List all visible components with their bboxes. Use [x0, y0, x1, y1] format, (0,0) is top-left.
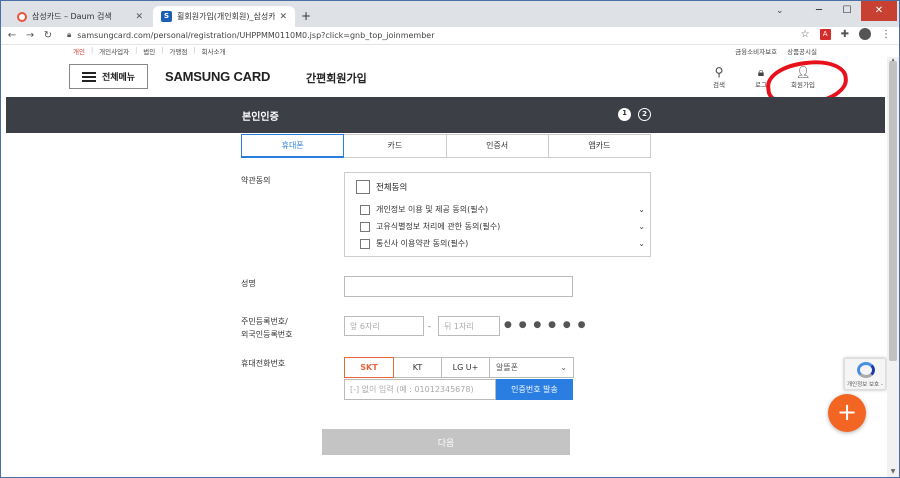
next-button[interactable]: 다음 [322, 429, 570, 455]
site-top-links: 개인 | 개인사업자 | 법인 | 가맹점 | 회사소개 금융소비자보호 상품공… [1, 44, 899, 56]
samsung-card-logo[interactable]: SAMSUNG CARD [165, 69, 270, 84]
browser-tab-samsungcard[interactable]: S 휠회원가입(개인회원)_삼성카드 ✕ [153, 6, 295, 27]
phone-label: 휴대전화번호 [241, 359, 286, 368]
send-code-button[interactable]: 인증번호 발송 [496, 379, 573, 400]
hamburger-icon [81, 71, 96, 82]
agree-all-label: 전체동의 [376, 183, 408, 193]
scrollbar-thumb[interactable] [889, 61, 897, 361]
section-bar: 본인인증 1 2 [6, 97, 885, 133]
maximize-icon[interactable]: ☐ [833, 1, 861, 21]
link-company[interactable]: 회사소개 [202, 46, 226, 56]
scroll-down-icon[interactable]: ▼ [887, 468, 899, 475]
link-corporate[interactable]: 법인 [143, 46, 155, 56]
link-merchant[interactable]: 가맹점 [169, 46, 187, 56]
terms-checkbox[interactable] [360, 221, 370, 232]
agree-all-checkbox[interactable] [356, 180, 370, 194]
tab-title: 휠회원가입(개인회원)_삼성카드 [177, 12, 276, 21]
step-indicator-current: 1 [618, 108, 631, 121]
browser-toolbar: ← → ↻ 🔒︎ samsungcard.com/personal/regist… [1, 27, 899, 43]
terms-item[interactable]: 개인정보 이용 및 제공 동의(필수) ⌄ [360, 204, 645, 215]
carrier-skt-button[interactable]: SKT [344, 357, 394, 378]
all-menu-label: 전체메뉴 [101, 73, 136, 83]
chevron-down-icon[interactable]: ⌄ [638, 222, 645, 231]
terms-checkbox[interactable] [360, 204, 370, 215]
customer-type-links: 개인 | 개인사업자 | 법인 | 가맹점 | 회사소개 [73, 46, 226, 56]
name-label: 성명 [241, 279, 256, 288]
header-search-button[interactable]: ⚲ 검색 [699, 65, 739, 89]
carrier-lgu-button[interactable]: LG U+ [442, 357, 490, 378]
window-controls: ─ ☐ ✕ [805, 1, 897, 23]
tab-phone[interactable]: 휴대폰 [241, 134, 345, 158]
page-scrollbar[interactable]: ▲ ▼ [887, 57, 899, 477]
agree-all-row[interactable]: 전체동의 [356, 180, 407, 194]
link-product-disclosure[interactable]: 상품공시실 [787, 46, 817, 56]
utility-links: 금융소비자보호 상품공시실 [735, 46, 817, 56]
tab-title: 삼성카드 – Daum 검색 [32, 12, 112, 21]
back-icon[interactable]: ← [5, 30, 19, 41]
daum-favicon-icon [17, 11, 27, 22]
terms-label: 약관동의 [241, 176, 271, 185]
carrier-selector: SKT KT LG U+ 알뜰폰 ⌄ [344, 357, 574, 378]
floating-add-button[interactable]: + [828, 394, 866, 432]
chevron-down-icon: ⌄ [560, 363, 567, 372]
link-consumer-protection[interactable]: 금융소비자보호 [735, 46, 777, 56]
reload-icon[interactable]: ↻ [41, 30, 55, 41]
samsungcard-favicon-icon: S [161, 11, 172, 22]
name-input[interactable] [344, 276, 573, 297]
extensions-icon[interactable]: ✚ [841, 29, 849, 40]
recaptcha-icon [857, 362, 875, 378]
mvno-select[interactable]: 알뜰폰 ⌄ [490, 357, 574, 378]
link-personal[interactable]: 개인 [73, 46, 85, 56]
new-tab-button[interactable]: + [299, 9, 313, 23]
close-tab-icon[interactable]: ✕ [279, 12, 287, 22]
rrn-label-line1: 주민등록번호/ [241, 317, 288, 326]
forward-icon[interactable]: → [23, 30, 37, 41]
lock-icon[interactable]: 🔒︎ [67, 30, 71, 40]
rrn-label-line2: 외국인등록번호 [241, 330, 293, 339]
terms-item[interactable]: 통신사 이용약관 동의(필수) ⌄ [360, 238, 645, 249]
search-icon: ⚲ [714, 65, 724, 79]
close-tab-icon[interactable]: ✕ [135, 12, 143, 22]
chevron-down-icon[interactable]: ⌄ [638, 239, 645, 248]
address-bar[interactable]: samsungcard.com/personal/registration/UH… [77, 31, 434, 40]
minimize-icon[interactable]: ─ [805, 1, 833, 21]
auth-method-tabs: 휴대폰 카드 인증서 앱카드 [241, 134, 651, 158]
close-window-icon[interactable]: ✕ [861, 1, 897, 21]
terms-item[interactable]: 고유식별정보 처리에 관한 동의(필수) ⌄ [360, 221, 645, 232]
site-header: 전체메뉴 SAMSUNG CARD 간편회원가입 ⚲ 검색 🔒︎ 로그 👤︎ 회… [1, 57, 899, 97]
rrn-back-input[interactable]: 뒤 1자리 [438, 316, 500, 336]
tab-search-icon[interactable]: ⌄ [776, 6, 784, 16]
tab-strip: 삼성카드 – Daum 검색 ✕ S 휠회원가입(개인회원)_삼성카드 ✕ + … [1, 1, 899, 27]
browser-window: 삼성카드 – Daum 검색 ✕ S 휠회원가입(개인회원)_삼성카드 ✕ + … [0, 0, 900, 478]
toolbar-extensions: ☆ A ✚ ⋮ [801, 28, 891, 40]
tab-card[interactable]: 카드 [344, 134, 447, 158]
terms-box: 전체동의 개인정보 이용 및 제공 동의(필수) ⌄ 고유식별정보 처리에 관한… [344, 172, 651, 257]
page-title: 간편회원가입 [306, 72, 367, 85]
all-menu-button[interactable]: 전체메뉴 [69, 64, 148, 89]
phone-number-input[interactable]: [-] 없이 입력 (예 : 01012345678) [344, 379, 496, 400]
more-menu-icon[interactable]: ⋮ [881, 29, 891, 40]
terms-checkbox[interactable] [360, 238, 370, 249]
pdf-extension-icon[interactable]: A [819, 28, 831, 40]
rrn-dash: - [428, 322, 431, 331]
browser-tab-daum[interactable]: 삼성카드 – Daum 검색 ✕ [9, 6, 151, 27]
tab-appcard[interactable]: 앱카드 [548, 134, 651, 158]
tab-certificate[interactable]: 인증서 [446, 134, 549, 158]
section-title: 본인인증 [242, 112, 279, 123]
star-icon[interactable]: ☆ [801, 29, 810, 40]
profile-avatar[interactable] [859, 28, 871, 40]
recaptcha-badge[interactable]: 개인정보 보호 - [844, 358, 886, 390]
carrier-kt-button[interactable]: KT [394, 357, 442, 378]
rrn-masked-digits: ● ● ● ● ● ● [504, 320, 588, 330]
chevron-down-icon[interactable]: ⌄ [638, 205, 645, 214]
step-indicator-next: 2 [638, 108, 651, 121]
link-business[interactable]: 개인사업자 [99, 46, 129, 56]
rrn-front-input[interactable]: 앞 6자리 [344, 316, 424, 336]
